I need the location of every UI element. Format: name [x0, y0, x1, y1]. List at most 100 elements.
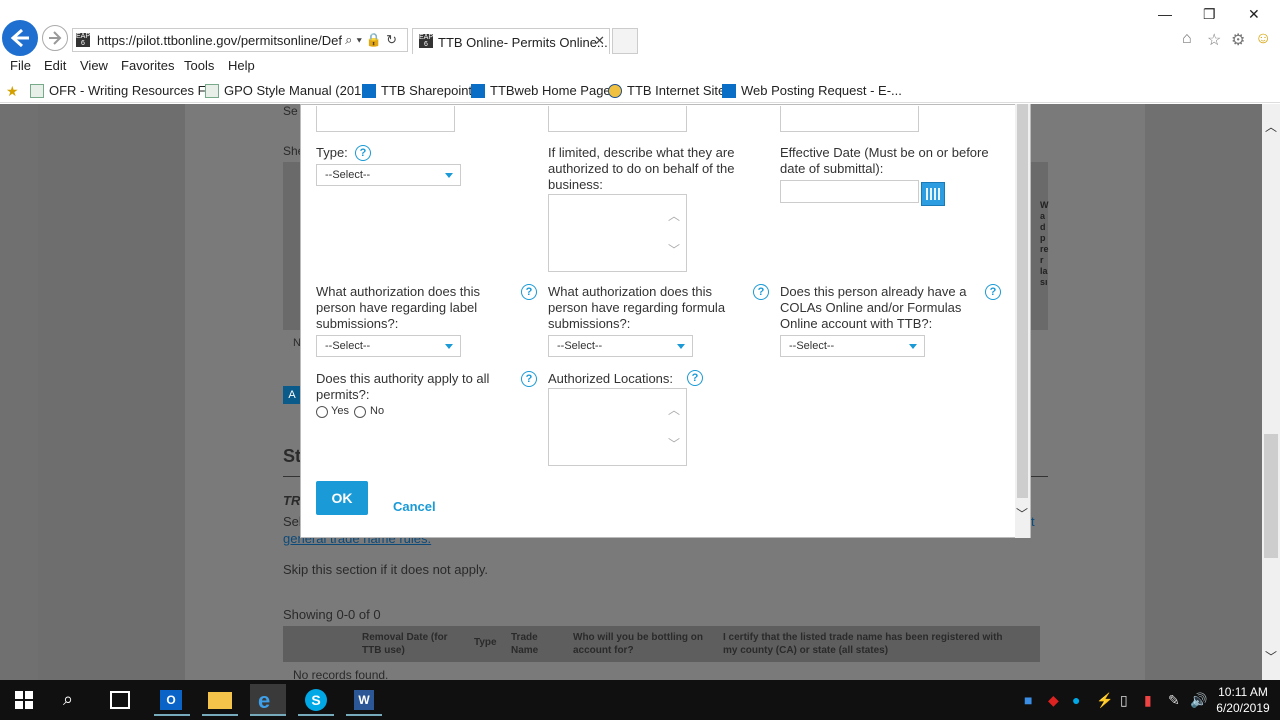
close-tab-icon[interactable]: ✕: [594, 33, 605, 49]
favorites-star-icon[interactable]: ☆: [1207, 30, 1221, 50]
yes-radio-label: Yes: [331, 405, 349, 417]
close-window-icon[interactable]: ✕: [1248, 6, 1260, 23]
usb-tray-icon[interactable]: ▯: [1120, 692, 1128, 709]
word-icon[interactable]: W: [346, 684, 382, 716]
windows-taskbar: [0, 680, 1280, 720]
textarea-down-icon[interactable]: ﹀: [668, 435, 680, 452]
menu-help[interactable]: Help: [228, 58, 255, 73]
home-icon[interactable]: ⌂: [1182, 30, 1192, 48]
mcafee-tray-icon[interactable]: ◆: [1048, 692, 1059, 709]
label-auth-select[interactable]: --Select--: [316, 335, 461, 357]
network-tray-icon[interactable]: ⚡: [1096, 692, 1113, 709]
favorite-ttbweb[interactable]: TTBweb Home Page: [471, 83, 611, 98]
textarea-down-icon[interactable]: ﹀: [668, 241, 680, 258]
address-controls[interactable]: ⌕▾🔒↻: [345, 32, 401, 48]
label-auth-help-icon[interactable]: ?: [521, 284, 537, 300]
favorites-star-icon[interactable]: ★: [6, 83, 19, 100]
top-textbox-2[interactable]: [548, 106, 687, 132]
page-margin-right: [1145, 104, 1262, 680]
cancel-link[interactable]: Cancel: [393, 499, 436, 514]
doc-icon: [205, 83, 219, 98]
scroll-down-icon[interactable]: ﹀: [1265, 648, 1277, 665]
textarea-up-icon[interactable]: ︿: [668, 207, 680, 224]
outlook-tray-icon[interactable]: ■: [1024, 692, 1032, 708]
favorite-ofr[interactable]: OFR - Writing Resources F...: [30, 83, 215, 98]
smiley-feedback-icon[interactable]: ☺: [1255, 30, 1271, 48]
limited-label: If limited, describe what they are autho…: [548, 145, 735, 192]
menu-edit[interactable]: Edit: [44, 58, 66, 73]
colas-help-icon[interactable]: ?: [985, 284, 1001, 300]
bg-th-type: Type: [474, 637, 497, 648]
file-explorer-icon[interactable]: [202, 684, 238, 716]
battery-tray-icon[interactable]: ▮: [1144, 692, 1152, 709]
menu-file[interactable]: File: [10, 58, 31, 73]
locations-label: Authorized Locations:: [548, 371, 674, 386]
menu-favorites[interactable]: Favorites: [121, 58, 174, 73]
locations-textarea[interactable]: ︿ ﹀: [548, 388, 687, 466]
pen-tray-icon[interactable]: ✎: [1168, 692, 1180, 709]
bg-add-button: A: [283, 386, 301, 404]
bg-th-bottling: Who will you be bottling on account for?: [573, 632, 703, 656]
task-view-icon[interactable]: [110, 691, 130, 709]
favorite-ttb-sharepoint[interactable]: TTB Sharepoint: [362, 83, 472, 98]
skype-icon[interactable]: S: [298, 684, 334, 716]
modal-scroll-down-icon[interactable]: ﹀: [1016, 505, 1028, 522]
settings-gear-icon[interactable]: ⚙: [1231, 30, 1245, 50]
forward-button[interactable]: [42, 25, 68, 51]
top-textbox-1[interactable]: [316, 106, 455, 132]
chevron-down-icon: [445, 173, 453, 178]
scroll-up-icon[interactable]: ︿: [1265, 118, 1277, 135]
top-textbox-3[interactable]: [780, 106, 919, 132]
page-scrollbar[interactable]: [1262, 104, 1280, 680]
browser-tab[interactable]: EAP 6 TTB Online- Permits Online... ✕: [412, 28, 610, 54]
outlook-app-icon[interactable]: O: [154, 684, 190, 716]
restore-icon[interactable]: ❐: [1203, 6, 1216, 23]
no-radio[interactable]: [354, 406, 366, 418]
system-clock[interactable]: 10:11 AM 6/20/2019: [1212, 684, 1274, 716]
favorite-web-posting[interactable]: Web Posting Request - E-...: [722, 83, 902, 98]
bg-section-title: St: [283, 446, 301, 466]
limited-textarea[interactable]: ︿ ﹀: [548, 194, 687, 272]
sharepoint-icon: [722, 83, 736, 98]
tab-favicon: EAP 6: [419, 34, 434, 48]
type-help-icon[interactable]: ?: [355, 145, 371, 161]
bg-th-trade-name: Trade Name: [511, 632, 539, 656]
colas-select[interactable]: --Select--: [780, 335, 925, 357]
minimize-icon[interactable]: —: [1158, 6, 1172, 22]
no-radio-label: No: [370, 405, 385, 417]
type-select[interactable]: --Select--: [316, 164, 461, 186]
search-icon[interactable]: ⌕: [63, 689, 73, 710]
address-bar[interactable]: EAP 6 https://pilot.ttbonline.gov/permit…: [72, 28, 408, 52]
formula-auth-help-icon[interactable]: ?: [753, 284, 769, 300]
favorite-gpo[interactable]: GPO Style Manual (2016): [205, 83, 373, 98]
chevron-down-icon: [909, 344, 917, 349]
internet-explorer-icon[interactable]: e: [250, 684, 286, 716]
locations-help-icon[interactable]: ?: [687, 370, 703, 386]
page-scrollbar-thumb[interactable]: [1264, 434, 1278, 558]
effective-date-input[interactable]: [780, 180, 919, 203]
menu-tools[interactable]: Tools: [184, 58, 214, 73]
bg-side-text: Wa d p re r la sı: [1040, 200, 1049, 287]
calendar-icon[interactable]: [921, 182, 945, 206]
modal-scrollbar-thumb[interactable]: [1017, 104, 1028, 498]
address-url[interactable]: https://pilot.ttbonline.gov/permitsonlin…: [97, 33, 342, 48]
ok-button[interactable]: OK: [316, 481, 368, 515]
textarea-up-icon[interactable]: ︿: [668, 401, 680, 418]
favorite-ttb-internet[interactable]: TTB Internet Site: [608, 83, 725, 98]
skype-tray-icon[interactable]: ●: [1072, 692, 1080, 708]
formula-auth-select[interactable]: --Select--: [548, 335, 693, 357]
bg-link-stub: t: [1031, 514, 1035, 529]
yes-radio[interactable]: [316, 406, 328, 418]
back-button[interactable]: [2, 20, 38, 56]
clock-time: 10:11 AM: [1218, 685, 1268, 699]
page-margin-left: [0, 104, 38, 680]
all-permits-help-icon[interactable]: ?: [521, 371, 537, 387]
windows-start-icon[interactable]: [15, 691, 33, 709]
menu-view[interactable]: View: [80, 58, 108, 73]
chevron-down-icon: [677, 344, 685, 349]
label-auth-label: What authorization does this person have…: [316, 284, 481, 331]
back-arrow-icon: [10, 28, 29, 48]
bg-th-removal: Removal Date (for TTB use): [362, 632, 448, 656]
volume-icon[interactable]: 🔊: [1190, 692, 1207, 709]
new-tab-button[interactable]: [612, 28, 638, 54]
